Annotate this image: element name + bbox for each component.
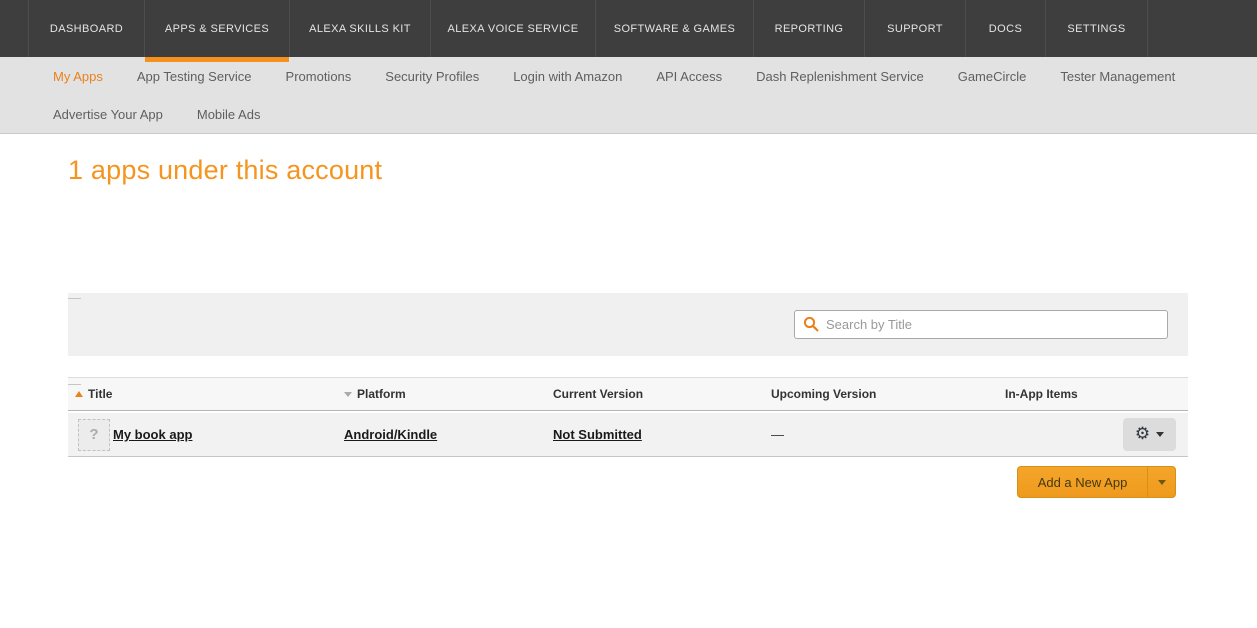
gear-icon: ⚙ (1135, 426, 1150, 443)
nav-tab-software-and-games[interactable]: SOFTWARE & GAMES (595, 0, 753, 57)
column-header-title[interactable]: Title (68, 387, 344, 401)
cell-actions: ⚙ (1005, 418, 1188, 451)
nav-right-spacer (1147, 0, 1257, 57)
cell-upcoming-version: — (771, 427, 1005, 442)
column-header-in-app-items[interactable]: In-App Items (1005, 387, 1188, 401)
panel-corner-dash (68, 298, 81, 299)
cell-title: ? My book app (68, 419, 344, 451)
column-header-title-label: Title (88, 387, 112, 401)
column-header-platform[interactable]: Platform (344, 387, 553, 401)
upcoming-version-value: — (771, 427, 784, 442)
main-content: 1 apps under this account Title Platform (0, 134, 1257, 628)
sort-caret-icon (344, 392, 352, 397)
column-header-upcoming-version[interactable]: Upcoming Version (771, 387, 1005, 401)
subnav-item-security-profiles[interactable]: Security Profiles (385, 69, 479, 84)
app-placeholder-icon: ? (78, 419, 110, 451)
nav-tab-reporting[interactable]: REPORTING (753, 0, 864, 57)
subnav-item-mobile-ads[interactable]: Mobile Ads (197, 107, 261, 122)
search-panel (68, 293, 1188, 356)
add-new-app-button[interactable]: Add a New App (1018, 467, 1147, 497)
nav-tab-dashboard[interactable]: DASHBOARD (28, 0, 144, 57)
sub-navigation: My Apps App Testing Service Promotions S… (0, 57, 1257, 134)
subnav-item-promotions[interactable]: Promotions (286, 69, 352, 84)
nav-left-spacer (0, 0, 28, 57)
nav-tab-alexa-voice-service[interactable]: ALEXA VOICE SERVICE (430, 0, 595, 57)
subnav-row-1: My Apps App Testing Service Promotions S… (53, 57, 1257, 95)
column-header-in-app-items-label: In-App Items (1005, 387, 1078, 401)
apps-table: Title Platform Current Version Upcoming … (68, 377, 1188, 457)
subnav-item-app-testing-service[interactable]: App Testing Service (137, 69, 252, 84)
nav-tab-alexa-skills-kit[interactable]: ALEXA SKILLS KIT (289, 0, 430, 57)
app-title-link[interactable]: My book app (113, 427, 192, 442)
column-header-platform-label: Platform (357, 387, 406, 401)
add-new-app-dropdown-button[interactable] (1147, 467, 1175, 497)
add-new-app-split-button: Add a New App (1017, 466, 1176, 498)
cell-current-version: Not Submitted (553, 427, 771, 442)
top-navigation: DASHBOARD APPS & SERVICES ALEXA SKILLS K… (0, 0, 1257, 57)
table-corner-dash (68, 384, 81, 385)
column-header-upcoming-version-label: Upcoming Version (771, 387, 876, 401)
subnav-item-tester-management[interactable]: Tester Management (1060, 69, 1175, 84)
nav-tab-settings[interactable]: SETTINGS (1045, 0, 1147, 57)
subnav-row-2: Advertise Your App Mobile Ads (53, 95, 1257, 133)
nav-tab-docs[interactable]: DOCS (965, 0, 1045, 57)
column-header-current-version-label: Current Version (553, 387, 643, 401)
subnav-item-login-with-amazon[interactable]: Login with Amazon (513, 69, 622, 84)
subnav-item-my-apps[interactable]: My Apps (53, 69, 103, 84)
column-header-current-version[interactable]: Current Version (553, 387, 771, 401)
sort-ascending-icon (75, 391, 83, 397)
subnav-item-gamecircle[interactable]: GameCircle (958, 69, 1027, 84)
nav-tab-support[interactable]: SUPPORT (864, 0, 965, 57)
subnav-item-dash-replenishment-service[interactable]: Dash Replenishment Service (756, 69, 924, 84)
nav-tab-apps-and-services[interactable]: APPS & SERVICES (144, 0, 289, 57)
chevron-down-icon (1156, 432, 1164, 437)
subnav-item-api-access[interactable]: API Access (656, 69, 722, 84)
page-title: 1 apps under this account (68, 155, 382, 186)
search-box (794, 310, 1168, 339)
app-platform-link[interactable]: Android/Kindle (344, 427, 437, 442)
table-header-row: Title Platform Current Version Upcoming … (68, 377, 1188, 411)
subnav-item-advertise-your-app[interactable]: Advertise Your App (53, 107, 163, 122)
chevron-down-icon (1158, 480, 1166, 485)
table-row: ? My book app Android/Kindle Not Submitt… (68, 413, 1188, 457)
cell-platform: Android/Kindle (344, 427, 553, 442)
row-actions-dropdown-button[interactable]: ⚙ (1123, 418, 1176, 451)
app-current-version-link[interactable]: Not Submitted (553, 427, 642, 442)
search-input[interactable] (794, 310, 1168, 339)
